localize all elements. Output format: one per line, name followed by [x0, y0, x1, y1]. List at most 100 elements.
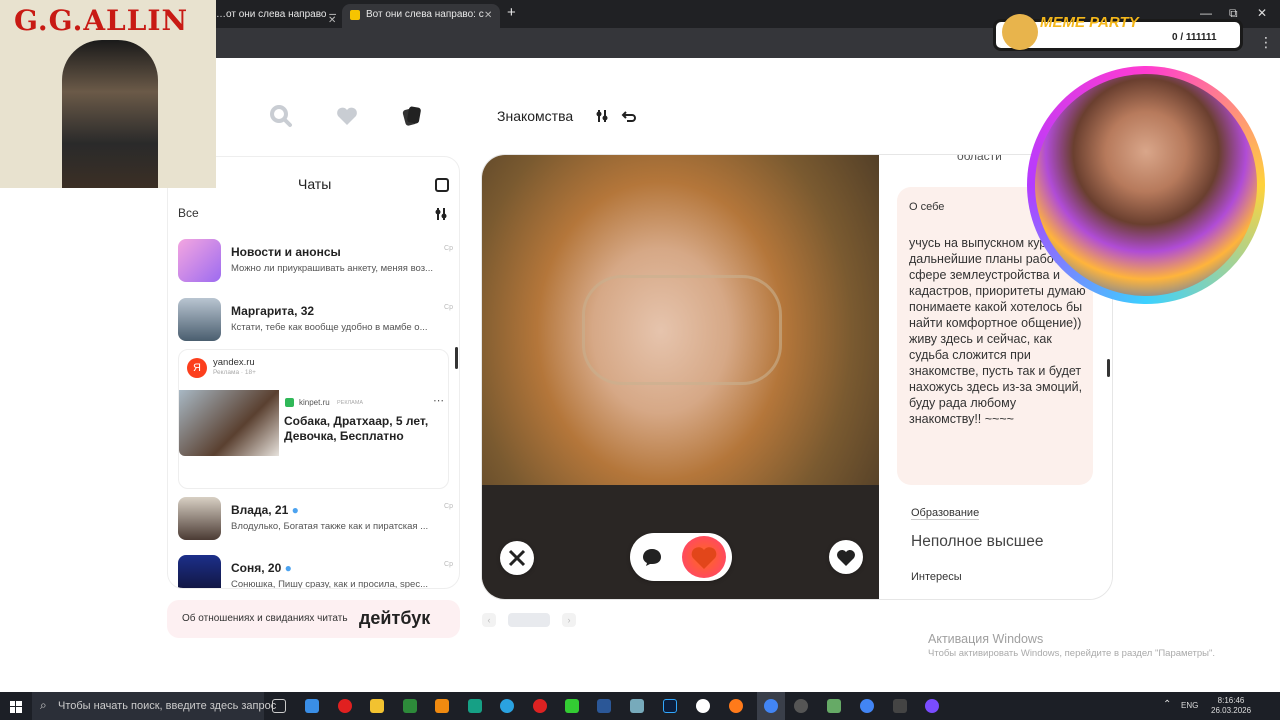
app-icon[interactable] [893, 699, 907, 713]
undo-icon[interactable] [621, 108, 637, 124]
page-title[interactable]: Знакомства [497, 108, 573, 124]
tray-clock[interactable]: 8:16:46 26.03.2026 [1211, 696, 1251, 716]
interests-label: Интересы [911, 571, 962, 583]
meme-party-count: 0 / 111111 [1172, 32, 1217, 43]
app-icon[interactable] [827, 699, 841, 713]
search-icon: ⌕ [40, 698, 47, 712]
tab-label: …от они слева направо — Янд [216, 9, 336, 20]
chats-title: Чаты [298, 176, 332, 192]
education-label: Образование [911, 507, 980, 520]
close-icon [508, 549, 526, 567]
chrome-icon[interactable] [860, 699, 874, 713]
browser-tab[interactable]: …от они слева направо — Янд [216, 4, 336, 26]
prev-arrow-icon[interactable]: ‹ [482, 613, 496, 627]
cards-icon[interactable] [399, 103, 425, 129]
avatar [178, 239, 221, 282]
like-button[interactable] [829, 540, 863, 574]
ad-block[interactable]: Я yandex.ru Реклама · 18+ kinpet.ru РЕКЛ… [178, 349, 449, 489]
heart-icon [691, 547, 717, 569]
ad-source-sub: Реклама · 18+ [213, 369, 256, 376]
app-icon[interactable] [925, 699, 939, 713]
next-arrow-icon[interactable]: › [562, 613, 576, 627]
folder-icon[interactable] [370, 699, 384, 713]
tab-favicon-icon [350, 10, 360, 20]
heart-icon [837, 550, 855, 566]
ad-tag: РЕКЛАМА [337, 400, 364, 406]
chat-message: Влодулько, Богатая также как и пиратская… [231, 521, 429, 532]
app-icon[interactable] [794, 699, 808, 713]
banner-logo: дейтбук [359, 608, 431, 628]
photo-glasses [582, 275, 782, 385]
windows-activation-text: Чтобы активировать Windows, перейдите в … [928, 648, 1215, 659]
tab-label: Вот они слева направо: смотр [366, 9, 484, 20]
app-icon[interactable] [630, 699, 644, 713]
scrollbar[interactable] [455, 347, 458, 369]
webcam-feed [1035, 74, 1257, 296]
scrollbar[interactable] [1107, 359, 1110, 377]
taskbar: ⌕ Чтобы начать поиск, введите здесь запр… [0, 692, 1280, 720]
ad-advertiser: kinpet.ru [299, 398, 330, 407]
chrome-active-tab[interactable] [757, 692, 785, 720]
chat-row[interactable]: Новости и анонсы Можно ли приукрашивать … [178, 239, 453, 291]
new-tab-button[interactable]: + [507, 2, 516, 24]
overlay-image: G.G.ALLIN [0, 0, 216, 188]
chats-panel: Чаты Все Новости и анонсы Можно ли приук… [167, 156, 460, 589]
opera-icon[interactable] [338, 699, 352, 713]
webcam-frame [1027, 66, 1265, 304]
windows-start-icon[interactable] [10, 700, 22, 713]
avatar [178, 555, 221, 588]
chats-filter-all[interactable]: Все [178, 206, 199, 220]
tray-arrow-icon[interactable]: ⌃ [1163, 699, 1171, 710]
likes-icon[interactable] [334, 103, 360, 129]
app-icon[interactable] [533, 699, 547, 713]
chat-name-text: Соня, 20 [231, 561, 282, 575]
yandex-browser-icon[interactable] [696, 699, 710, 713]
browser-menu-icon[interactable]: ⋮ [1259, 34, 1273, 51]
verified-icon: ● [291, 503, 299, 517]
avatar [178, 497, 221, 540]
profile-photo[interactable] [482, 155, 879, 599]
task-view-icon[interactable] [272, 699, 286, 713]
message-like-group [630, 533, 732, 581]
minimize-button[interactable]: — [1200, 6, 1212, 20]
firefox-icon[interactable] [729, 699, 743, 713]
app-icon[interactable] [403, 699, 417, 713]
super-like-button[interactable] [682, 536, 726, 578]
search-icon[interactable] [268, 103, 294, 129]
window-close-button[interactable]: ✕ [1257, 6, 1267, 20]
chat-row[interactable]: Соня, 20 ● Сонюшка, Пишу сразу, как и пр… [178, 555, 453, 588]
compose-icon[interactable] [435, 178, 449, 192]
chats-filter-icon[interactable] [434, 207, 448, 221]
taskbar-search[interactable]: ⌕ Чтобы начать поиск, введите здесь запр… [32, 692, 276, 720]
browser-tab-active[interactable]: Вот они слева направо: смотр ✕ [342, 4, 500, 28]
chrome-icon [764, 699, 778, 713]
ad-title[interactable]: Собака, Дратхаар, 5 лет, Девочка, Беспла… [284, 414, 444, 444]
app-icon[interactable] [305, 699, 319, 713]
telegram-icon[interactable] [500, 699, 514, 713]
meme-party-title: MEME PARTY [1040, 14, 1139, 31]
chat-message: Кстати, тебе как вообще удобно в мамбе о… [231, 322, 428, 333]
chat-row[interactable]: Маргарита, 32 Кстати, тебе как вообще уд… [178, 298, 453, 350]
chat-bubble-icon[interactable] [640, 545, 664, 569]
chat-row[interactable]: Влада, 21 ● Влодулько, Богатая также как… [178, 497, 453, 549]
tray-language[interactable]: ENG [1181, 701, 1198, 710]
vlc-icon[interactable] [435, 699, 449, 713]
chat-time: Ср [444, 304, 453, 311]
ad-source: yandex.ru [213, 357, 255, 368]
ad-image[interactable] [179, 390, 279, 456]
ad-more-icon[interactable]: ⋯ [433, 394, 444, 407]
tab-close-icon[interactable]: ✕ [484, 5, 492, 27]
taskbar-search-placeholder: Чтобы начать поиск, введите здесь запрос [58, 700, 277, 712]
education-value: Неполное высшее [911, 533, 1044, 550]
dislike-button[interactable] [500, 541, 534, 575]
chat-time: Ср [444, 561, 453, 568]
tray-time: 8:16:46 [1217, 696, 1245, 705]
app-icon[interactable] [565, 699, 579, 713]
word-icon[interactable] [597, 699, 611, 713]
overlay-title: G.G.ALLIN [14, 4, 189, 37]
datebook-banner[interactable]: Об отношениях и свиданиях читать дейтбук [167, 600, 460, 638]
photoshop-icon[interactable] [663, 699, 677, 713]
filter-icon[interactable] [595, 108, 609, 124]
overlay-figure [62, 40, 158, 188]
app-icon[interactable] [468, 699, 482, 713]
